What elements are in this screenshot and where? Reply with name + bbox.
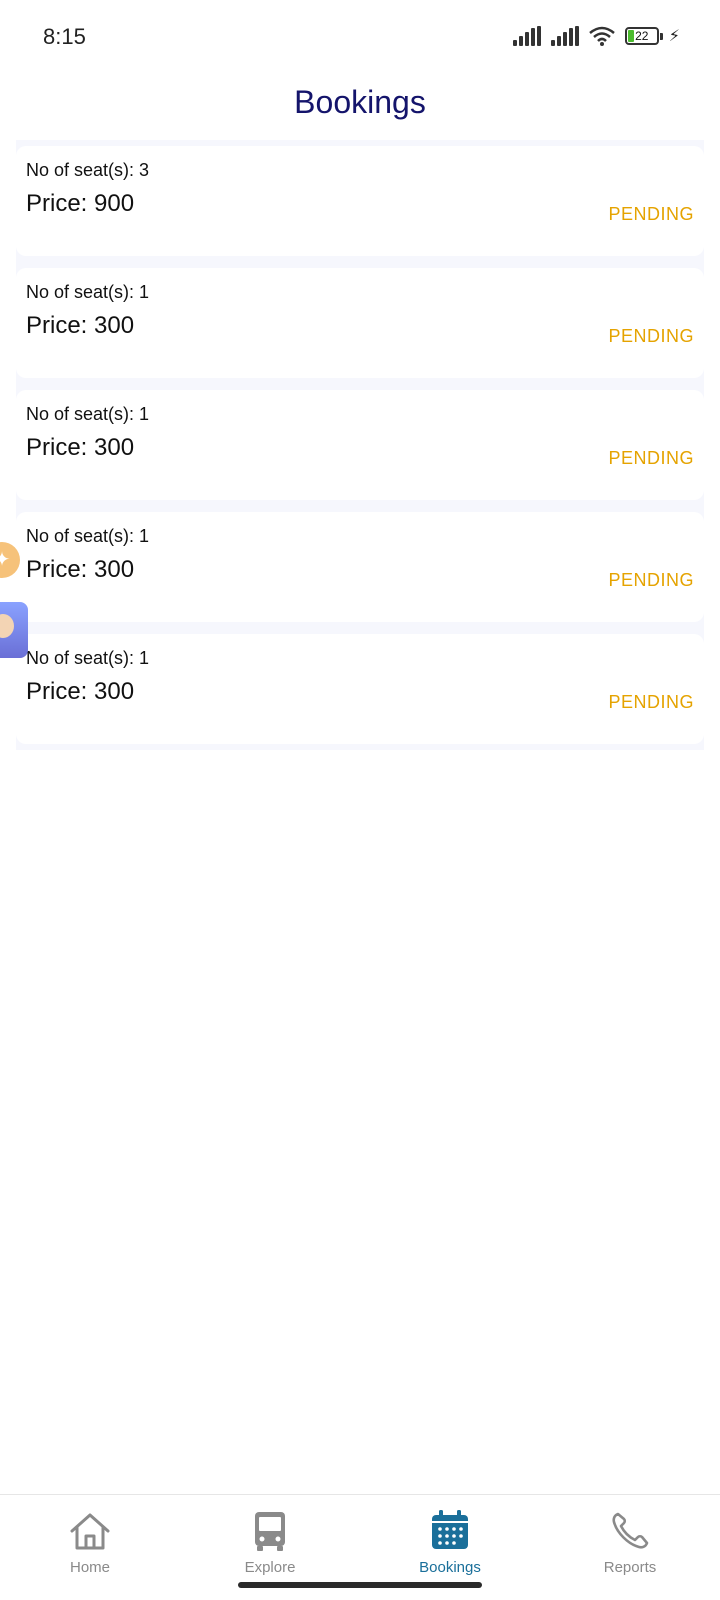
booking-status: PENDING [608, 204, 694, 224]
signal-icon [550, 26, 579, 46]
nav-label-bookings: Bookings [419, 1559, 481, 1576]
nav-label-explore: Explore [244, 1559, 296, 1576]
booking-card[interactable]: No of seat(s): 3 Price: 900 PENDING [16, 146, 704, 256]
booking-seats: No of seat(s): 1 [26, 648, 150, 668]
booking-seats: No of seat(s): 3 [26, 160, 150, 180]
booking-price: Price: 300 [26, 434, 135, 461]
booking-status: PENDING [608, 448, 694, 468]
status-time: 8:15 [43, 24, 86, 49]
home-icon [70, 1513, 110, 1550]
floating-app-bubble-icon[interactable] [0, 602, 28, 658]
nav-label-reports: Reports [603, 1559, 657, 1576]
booking-price: Price: 300 [26, 678, 135, 705]
nav-item-bookings[interactable]: Bookings [390, 1509, 510, 1576]
page-title: Bookings [294, 84, 426, 120]
booking-card[interactable]: No of seat(s): 1 Price: 300 PENDING [16, 634, 704, 744]
booking-price: Price: 900 [26, 190, 135, 217]
bookings-list: No of seat(s): 3 Price: 900 PENDING No o… [16, 140, 704, 750]
calendar-icon [432, 1510, 468, 1549]
booking-price: Price: 300 [26, 312, 135, 339]
booking-seats: No of seat(s): 1 [26, 404, 150, 424]
battery-level: 22 [635, 29, 649, 43]
home-indicator[interactable] [238, 1582, 482, 1588]
booking-status: PENDING [608, 326, 694, 346]
charging-icon: ⚡ [668, 28, 680, 45]
booking-status: PENDING [608, 570, 694, 590]
signal-icon [512, 26, 541, 46]
booking-card[interactable]: No of seat(s): 1 Price: 300 PENDING [16, 390, 704, 500]
nav-item-home[interactable]: Home [30, 1509, 150, 1576]
nav-label-home: Home [69, 1559, 110, 1576]
bus-icon [255, 1512, 285, 1551]
battery-icon: 22 [624, 27, 663, 45]
booking-status: PENDING [608, 692, 694, 712]
booking-seats: No of seat(s): 1 [26, 282, 150, 302]
status-bar: 8:15 22 ⚡ [0, 0, 720, 76]
nav-item-reports[interactable]: Reports [570, 1509, 690, 1576]
wifi-icon [588, 26, 615, 46]
phone-icon [612, 1512, 649, 1549]
booking-price: Price: 300 [26, 556, 135, 583]
status-icons: 22 ⚡ [512, 26, 680, 46]
booking-seats: No of seat(s): 1 [26, 526, 150, 546]
booking-card[interactable]: No of seat(s): 1 Price: 300 PENDING [16, 268, 704, 378]
nav-item-explore[interactable]: Explore [210, 1509, 330, 1576]
booking-card[interactable]: No of seat(s): 1 Price: 300 PENDING [16, 512, 704, 622]
